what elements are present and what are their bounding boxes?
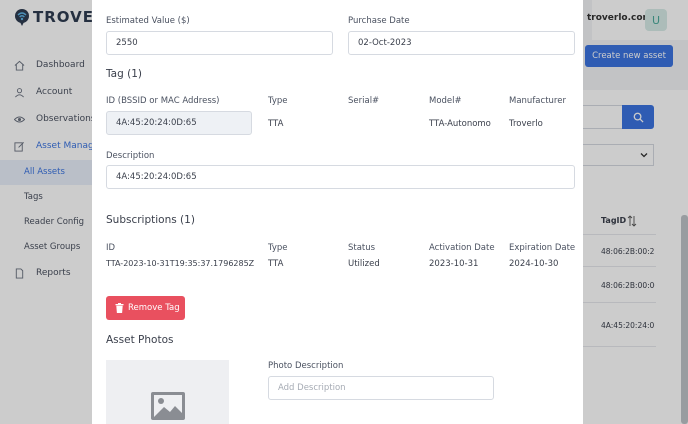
tag-model-header: Model# <box>429 96 462 106</box>
trash-icon <box>115 303 124 313</box>
subscription-status-header: Status <box>348 243 376 253</box>
purchase-date-label: Purchase Date <box>348 16 410 26</box>
remove-tag-button[interactable]: Remove Tag <box>106 296 185 320</box>
purchase-date-field[interactable]: 02-Oct-2023 <box>348 31 575 55</box>
tag-serial-header: Serial# <box>348 96 380 106</box>
photo-description-label: Photo Description <box>268 361 344 371</box>
subscription-type-header: Type <box>268 243 288 253</box>
subscriptions-title: Subscriptions (1) <box>106 214 195 226</box>
subscription-type-value: TTA <box>268 259 284 269</box>
subscription-activation-value: 2023-10-31 <box>429 259 479 269</box>
remove-tag-label: Remove Tag <box>128 303 180 313</box>
asset-details-modal: Estimated Value ($) 2550 Purchase Date 0… <box>92 0 583 424</box>
tag-id-header: ID (BSSID or MAC Address) <box>106 96 220 106</box>
photo-upload-area[interactable] <box>106 360 229 424</box>
subscription-id-header: ID <box>106 243 116 253</box>
photo-description-input[interactable]: Add Description <box>268 376 494 400</box>
tag-id-field[interactable]: 4A:45:20:24:0D:65 <box>106 111 252 135</box>
tag-model-value: TTA-Autonomo <box>429 119 491 129</box>
tag-type-value: TTA <box>268 119 284 129</box>
estimated-value-field[interactable]: 2550 <box>106 31 333 55</box>
subscription-activation-header: Activation Date <box>429 243 495 253</box>
subscription-expiration-header: Expiration Date <box>509 243 576 253</box>
tag-type-header: Type <box>268 96 288 106</box>
asset-photos-title: Asset Photos <box>106 334 174 346</box>
image-placeholder-icon <box>151 392 185 420</box>
subscription-id-value: TTA-2023-10-31T19:35:37.1796285Z <box>106 259 255 268</box>
subscription-expiration-value: 2024-10-30 <box>509 259 559 269</box>
subscription-status-value: Utilized <box>348 259 380 269</box>
estimated-value-label: Estimated Value ($) <box>106 16 190 26</box>
tag-manufacturer-header: Manufacturer <box>509 96 566 106</box>
description-label: Description <box>106 151 155 161</box>
tag-section-title: Tag (1) <box>106 68 142 80</box>
tag-manufacturer-value: Troverlo <box>509 119 543 129</box>
description-field[interactable]: 4A:45:20:24:0D:65 <box>106 165 575 189</box>
